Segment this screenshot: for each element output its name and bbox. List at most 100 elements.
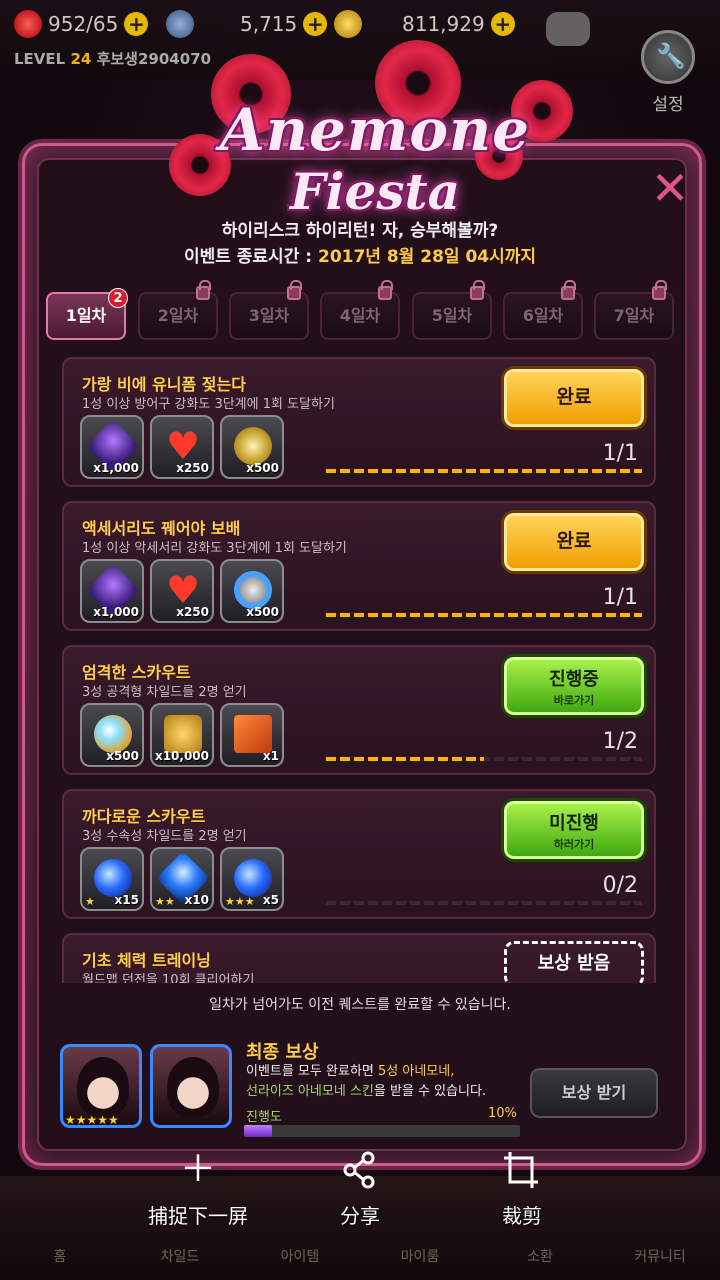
capture-next-screen-button[interactable]: ＋ 捕捉下一屏 — [128, 1150, 268, 1229]
tab-day-1[interactable]: 1일차 2 — [46, 288, 128, 340]
lock-icon — [470, 280, 485, 300]
lock-icon — [196, 280, 211, 300]
reward-item[interactable]: x500 — [220, 415, 284, 479]
reward-received-button[interactable]: 보상 받음 — [504, 941, 644, 983]
progress-bar — [326, 757, 642, 761]
reward-item[interactable]: x10,000 — [150, 703, 214, 767]
reward-item[interactable]: x1,000 — [80, 559, 144, 623]
button-sublabel: 바로가기 — [553, 694, 595, 707]
gems-counter: 5,715 + — [166, 8, 328, 40]
crop-label: 裁剪 — [502, 1204, 542, 1228]
day-tabs: 1일차 2 2일차 3일차 4일차 5일차 6일차 7일차 — [46, 280, 676, 340]
level-value: 24 — [70, 50, 92, 68]
claim-reward-button[interactable]: 보상 받기 — [530, 1068, 658, 1118]
quest-desc: 월드맵 던전을 10회 클리어하기 — [82, 973, 255, 983]
close-icon[interactable]: ✕ — [650, 165, 690, 211]
gold-counter: 811,929 + — [334, 8, 515, 40]
notification-badge: 2 — [108, 288, 128, 308]
button-sublabel: 하러가기 — [553, 838, 595, 851]
final-reward-title: 최종 보상 — [246, 1042, 319, 1063]
lock-icon — [652, 280, 667, 300]
gold-icon — [334, 10, 362, 38]
skin-portrait[interactable] — [150, 1044, 232, 1128]
desc-prefix: 이벤트를 모두 완료하면 — [246, 1064, 374, 1079]
ring-icon — [234, 571, 272, 609]
progress-bar — [326, 613, 642, 617]
tab-day-6[interactable]: 6일차 — [503, 280, 583, 340]
game-screen: 952/65 + 5,715 + 811,929 + LEVEL 24 후보생2… — [0, 0, 720, 1280]
in-progress-button[interactable]: 진행중 바로가기 — [504, 657, 644, 715]
button-label: 진행중 — [549, 669, 599, 690]
share-button[interactable]: 分享 — [290, 1150, 430, 1229]
crop-button[interactable]: 裁剪 — [452, 1150, 592, 1229]
nav-community[interactable]: 커뮤니티 — [600, 1246, 720, 1266]
share-icon-graphic — [343, 1151, 375, 1189]
reward-qty: x1,000 — [93, 461, 139, 475]
add-gems-button[interactable]: + — [303, 12, 328, 36]
tab-day-5[interactable]: 5일차 — [412, 280, 492, 340]
progress-bar — [326, 901, 642, 905]
quest-card: 기초 체력 트레이닝 월드맵 던전을 10회 클리어하기 보상 받음 — [62, 933, 656, 983]
add-hearts-button[interactable]: + — [124, 12, 149, 36]
final-progress-fill — [244, 1125, 272, 1137]
quest-list[interactable]: 가랑 비에 유니폼 젖는다 1성 이상 방어구 강화도 3단계에 1회 도달하기… — [62, 357, 656, 983]
gold-coin-icon — [234, 427, 272, 465]
reward-item[interactable]: x1 — [220, 703, 284, 767]
settings-label: 설정 — [652, 95, 684, 115]
event-end-time: 이벤트 종료시간 : 2017년 8월 28일 04시까지 — [0, 242, 720, 267]
complete-button[interactable]: 완료 — [504, 369, 644, 427]
reward-qty: x1 — [262, 749, 279, 763]
not-started-button[interactable]: 미진행 하러가기 — [504, 801, 644, 859]
star-rating: ★★ — [155, 895, 175, 908]
crop-icon — [452, 1150, 592, 1190]
tab-label: 1일차 — [65, 306, 107, 325]
quest-card: 가랑 비에 유니폼 젖는다 1성 이상 방어구 강화도 3단계에 1회 도달하기… — [62, 357, 656, 487]
quest-card: 까다로운 스카우트 3성 수속성 차일드를 2명 얻기 ★ x15 ★★ x10 ★… — [62, 789, 656, 919]
gold-value: 811,929 — [402, 12, 485, 36]
tab-day-2[interactable]: 2일차 — [138, 280, 218, 340]
quest-desc: 1성 이상 악세서리 강화도 3단계에 1회 도달하기 — [82, 541, 347, 556]
tab-day-7[interactable]: 7일차 — [594, 280, 674, 340]
nav-child[interactable]: 차일드 — [120, 1246, 240, 1266]
reward-qty: x15 — [114, 893, 139, 907]
chat-icon[interactable] — [546, 12, 590, 46]
lock-icon — [561, 280, 576, 300]
crop-icon-graphic — [504, 1152, 538, 1188]
quest-desc: 1성 이상 방어구 강화도 3단계에 1회 도달하기 — [82, 397, 335, 412]
quest-title: 가랑 비에 유니폼 젖는다 — [82, 375, 246, 394]
tab-label: 4일차 — [339, 306, 381, 325]
complete-button[interactable]: 완료 — [504, 513, 644, 571]
reward-item[interactable]: ♥ x250 — [150, 415, 214, 479]
reward-item[interactable]: ♥ x250 — [150, 559, 214, 623]
reward-item[interactable]: ★★ x10 — [150, 847, 214, 911]
nav-myroom[interactable]: 마이룸 — [360, 1246, 480, 1266]
reward-item[interactable]: x500 — [80, 703, 144, 767]
nav-home[interactable]: 홈 — [0, 1246, 120, 1266]
skin-face-icon — [167, 1057, 219, 1117]
desc-highlight-character: 5성 아네모네, — [378, 1064, 455, 1079]
tab-day-4[interactable]: 4일차 — [320, 280, 400, 340]
reward-item[interactable]: ★★★ x5 — [220, 847, 284, 911]
reward-item[interactable]: x500 — [220, 559, 284, 623]
tab-day-3[interactable]: 3일차 — [229, 280, 309, 340]
quest-progress: 1/1 — [602, 585, 638, 610]
reward-qty: x250 — [176, 461, 209, 475]
add-gold-button[interactable]: + — [490, 12, 515, 36]
info-note: 일차가 넘어가도 이전 퀘스트를 완료할 수 있습니다. — [209, 997, 511, 1013]
nav-summon[interactable]: 소환 — [480, 1246, 600, 1266]
progress-bar — [326, 469, 642, 473]
reward-item[interactable]: x1,000 — [80, 415, 144, 479]
share-icon — [290, 1150, 430, 1190]
end-time-label: 이벤트 종료시간 : — [183, 247, 313, 267]
character-portrait[interactable]: ★★★★★ — [60, 1044, 142, 1128]
nav-item[interactable]: 아이템 — [240, 1246, 360, 1266]
share-label: 分享 — [340, 1204, 380, 1228]
event-subtitle: 하이리스크 하이리턴! 자, 승부해볼까? — [221, 221, 499, 241]
settings-button[interactable]: 설정 — [636, 30, 700, 115]
level-label: LEVEL — [14, 50, 66, 68]
gold-pile-icon — [164, 715, 202, 753]
reward-qty: x500 — [106, 749, 139, 763]
reward-item[interactable]: ★ x15 — [80, 847, 144, 911]
heart-icon: ♥ — [165, 424, 201, 468]
quest-title: 까다로운 스카우트 — [82, 807, 206, 826]
